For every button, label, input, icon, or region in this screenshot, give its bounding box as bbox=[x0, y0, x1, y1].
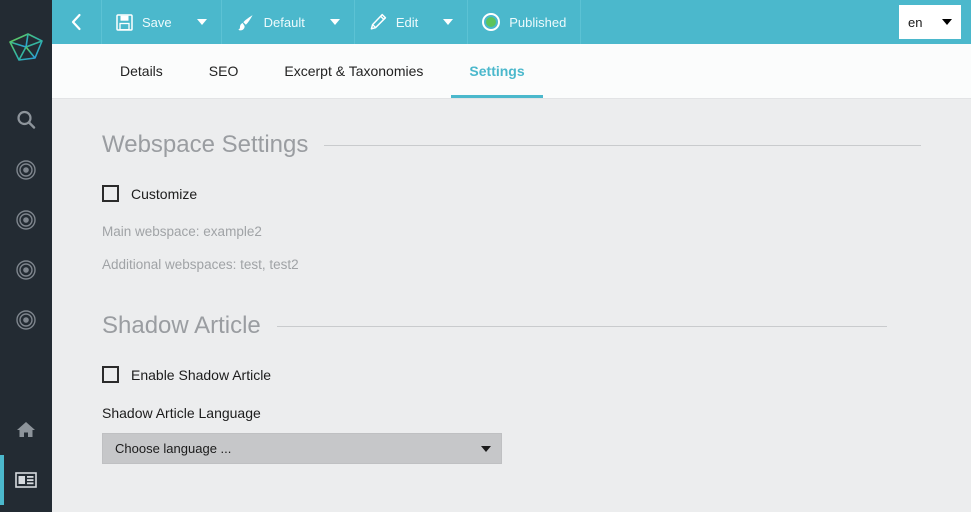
sidebar bbox=[0, 0, 52, 512]
tab-settings-label: Settings bbox=[469, 63, 525, 79]
tab-excerpt-taxonomies-label: Excerpt & Taxonomies bbox=[284, 63, 424, 79]
settings-panel: Webspace Settings Customize Main webspac… bbox=[52, 99, 971, 512]
gem-logo-icon bbox=[9, 32, 43, 61]
template-label: Default bbox=[263, 14, 305, 30]
tab-details-label: Details bbox=[120, 63, 163, 79]
newspaper-icon bbox=[15, 472, 37, 488]
target-icon bbox=[16, 260, 36, 280]
tab-seo-label: SEO bbox=[208, 63, 239, 79]
sidebar-item-target-1[interactable] bbox=[0, 145, 52, 195]
chevron-left-icon bbox=[71, 13, 81, 31]
main-area: Save Default Edit Published en Details S… bbox=[52, 0, 971, 512]
language-value: en bbox=[908, 14, 923, 30]
back-button[interactable] bbox=[52, 0, 102, 44]
enable-shadow-article-row[interactable]: Enable Shadow Article bbox=[102, 366, 921, 383]
edit-button[interactable]: Edit bbox=[355, 0, 469, 44]
sidebar-item-newspaper[interactable] bbox=[0, 455, 52, 505]
section-divider bbox=[276, 325, 887, 327]
webspace-section-title: Webspace Settings bbox=[102, 131, 309, 158]
chevron-down-icon bbox=[942, 19, 952, 25]
main-webspace-text: Main webspace: example2 bbox=[102, 224, 262, 239]
edit-dropdown-caret[interactable] bbox=[443, 19, 454, 25]
tab-details[interactable]: Details bbox=[102, 44, 181, 98]
app-logo[interactable] bbox=[0, 0, 52, 95]
target-icon bbox=[16, 160, 36, 180]
sidebar-items bbox=[0, 95, 52, 505]
floppy-disk-icon bbox=[116, 13, 133, 31]
publish-status-button[interactable]: Published bbox=[468, 0, 582, 44]
shadow-article-language-select[interactable]: Choose language ... bbox=[102, 433, 502, 464]
status-label: Published bbox=[509, 14, 567, 30]
paintbrush-icon bbox=[237, 14, 253, 30]
template-button[interactable]: Default bbox=[222, 0, 355, 44]
customize-label: Customize bbox=[131, 185, 198, 202]
search-icon bbox=[17, 110, 36, 129]
pencil-icon bbox=[370, 13, 386, 30]
shadow-article-language-value: Choose language ... bbox=[115, 441, 232, 456]
enable-shadow-article-checkbox[interactable] bbox=[102, 366, 119, 383]
tab-excerpt-taxonomies[interactable]: Excerpt & Taxonomies bbox=[266, 44, 441, 98]
tab-seo[interactable]: SEO bbox=[191, 44, 257, 98]
customize-checkbox-row[interactable]: Customize bbox=[102, 185, 921, 202]
shadow-article-section-header: Shadow Article bbox=[102, 312, 921, 340]
target-icon bbox=[16, 310, 36, 330]
edit-label: Edit bbox=[395, 14, 419, 30]
app-root: Save Default Edit Published en Details S… bbox=[0, 0, 971, 512]
template-dropdown-caret[interactable] bbox=[329, 19, 340, 25]
customize-checkbox[interactable] bbox=[102, 185, 119, 202]
shadow-article-language-label: Shadow Article Language bbox=[102, 405, 261, 421]
additional-webspaces-text: Additional webspaces: test, test2 bbox=[102, 257, 299, 272]
enable-shadow-article-label: Enable Shadow Article bbox=[131, 366, 272, 383]
tab-settings[interactable]: Settings bbox=[451, 44, 543, 98]
save-label: Save bbox=[142, 14, 172, 30]
sidebar-item-target-2[interactable] bbox=[0, 195, 52, 245]
language-select[interactable]: en bbox=[899, 5, 961, 39]
webspace-section-header: Webspace Settings bbox=[102, 131, 921, 159]
section-divider bbox=[324, 144, 921, 146]
chevron-down-icon bbox=[481, 445, 491, 452]
top-toolbar: Save Default Edit Published en bbox=[52, 0, 971, 44]
target-icon bbox=[16, 210, 36, 230]
sidebar-item-target-3[interactable] bbox=[0, 245, 52, 295]
shadow-article-section-title: Shadow Article bbox=[102, 312, 261, 339]
save-dropdown-caret[interactable] bbox=[196, 19, 207, 25]
sidebar-item-home[interactable] bbox=[0, 405, 52, 455]
sidebar-item-search[interactable] bbox=[0, 95, 52, 145]
tab-bar: Details SEO Excerpt & Taxonomies Setting… bbox=[52, 44, 971, 99]
sidebar-item-target-4[interactable] bbox=[0, 295, 52, 345]
save-button[interactable]: Save bbox=[102, 0, 222, 44]
status-dot-icon bbox=[482, 13, 501, 31]
home-icon bbox=[17, 422, 35, 437]
